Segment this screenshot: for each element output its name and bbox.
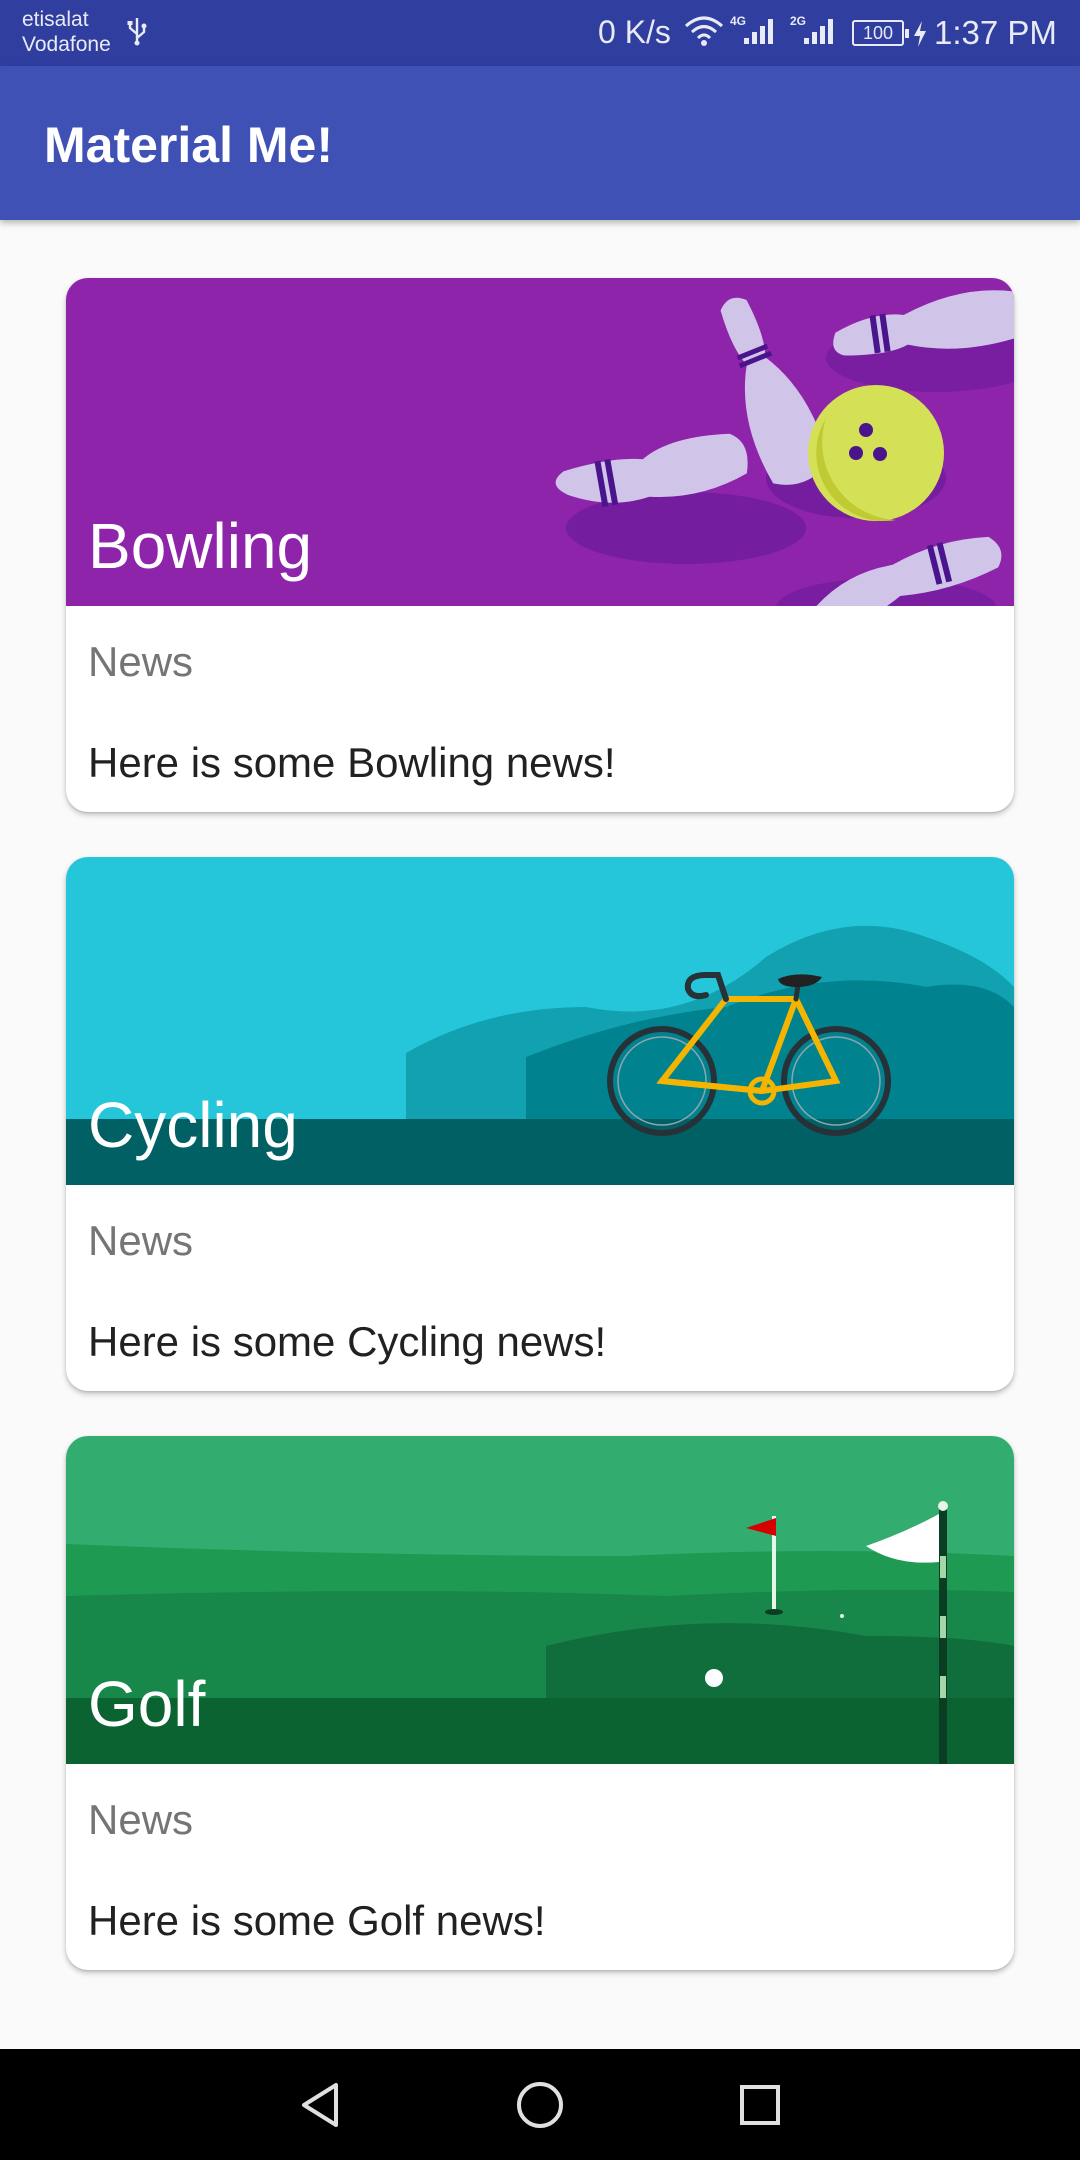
card-subtitle: News [88, 1796, 194, 1843]
card-info: Here is some Cycling news! [88, 1318, 607, 1365]
app-bar: Material Me! [0, 66, 1080, 220]
signal-icon [744, 19, 773, 44]
sport-card-golf[interactable]: Golf News Here is some Golf news! [66, 1436, 1014, 1970]
usb-icon [127, 18, 147, 46]
sport-card-bowling[interactable]: Bowling News Here is some Bowling news! [66, 278, 1014, 812]
back-icon[interactable] [290, 2079, 350, 2131]
carrier-2: Vodafone [22, 33, 111, 56]
navigation-bar [0, 2049, 1080, 2160]
card-title: Golf [88, 1668, 206, 1740]
card-subtitle: News [88, 638, 194, 685]
card-title: Cycling [88, 1089, 298, 1161]
status-bar: etisalat Vodafone 0 K/s 4G 2G 100 1:37 P… [0, 0, 1080, 66]
charging-icon [914, 21, 926, 47]
card-info: Here is some Golf news! [88, 1897, 546, 1944]
home-icon[interactable] [510, 2079, 570, 2131]
carrier-names: etisalat Vodafone [22, 7, 111, 57]
golf-image [66, 1436, 1014, 1764]
app-title: Material Me! [44, 117, 333, 173]
card-title: Bowling [88, 510, 313, 582]
wifi-icon [685, 16, 723, 46]
clock: 1:37 PM [934, 14, 1057, 51]
card-subtitle: News [88, 1217, 194, 1264]
card-info: Here is some Bowling news! [88, 739, 616, 786]
signal-icon [804, 19, 833, 44]
recents-icon[interactable] [730, 2079, 790, 2131]
network-speed: 0 K/s [598, 14, 671, 50]
carrier-1: etisalat [22, 8, 89, 31]
sport-card-cycling[interactable]: Cycling News Here is some Cycling news! [66, 857, 1014, 1391]
battery-icon: 100 [852, 20, 909, 46]
